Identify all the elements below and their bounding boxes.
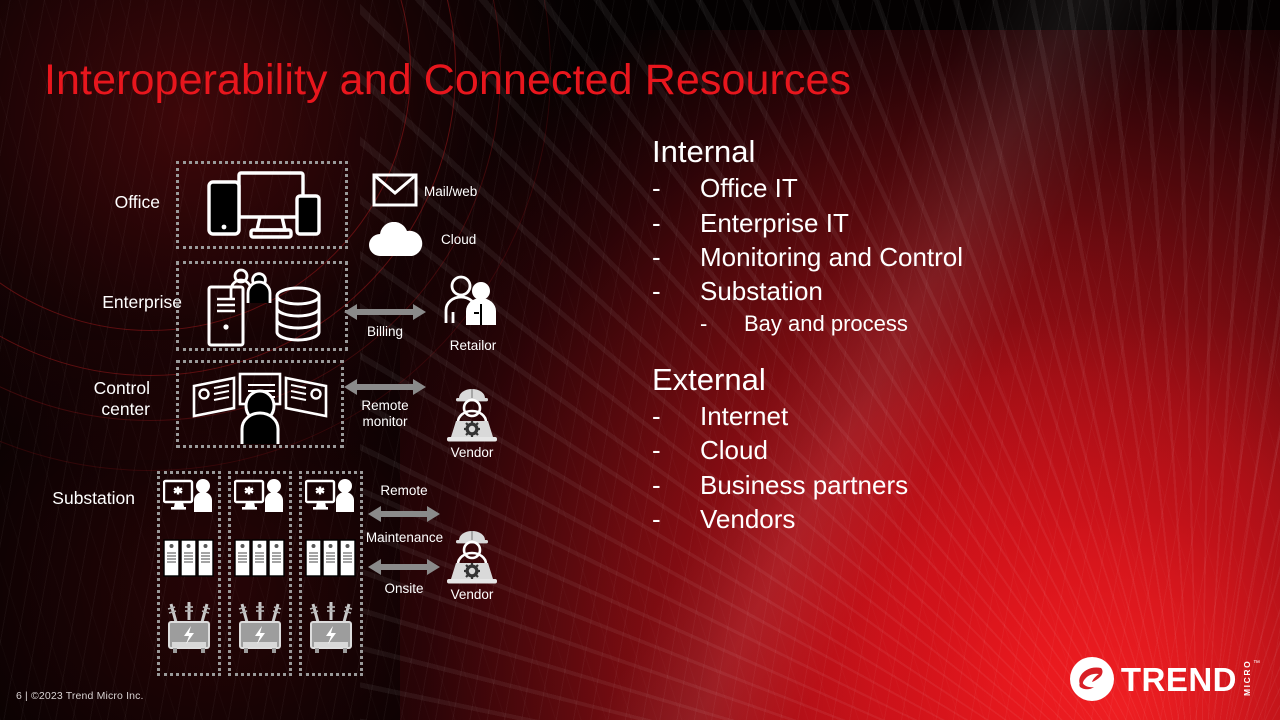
bullet-monitoring-and-control: - Monitoring and Control: [652, 240, 1272, 274]
vendor-engineer-laptop-icon: [444, 383, 500, 443]
double-arrow-remote: [368, 505, 440, 528]
trend-micro-mark-icon: [1069, 657, 1114, 701]
server-rack-icon: [163, 539, 215, 577]
zone-label-control-center-line2: center: [101, 399, 150, 419]
bullet-dash: -: [652, 435, 661, 466]
bullet-text: Internet: [700, 400, 789, 431]
bullet-bay-and-process: - Bay and process: [652, 309, 1272, 338]
zone-label-enterprise: Enterprise: [102, 292, 182, 312]
bullet-dash: -: [652, 503, 661, 534]
connection-label-remote-monitor: Remote monitor: [332, 398, 438, 430]
connection-label-remote-monitor-line2: monitor: [362, 413, 408, 429]
database-icon: [272, 285, 324, 343]
monitor-tablet-phone-icon: [197, 170, 329, 242]
architecture-diagram: Office Enterprise Control center Substat…: [0, 140, 560, 700]
bullet-text: Cloud: [700, 435, 768, 466]
server-rack-icon: [305, 539, 357, 577]
external-label-cloud: Cloud: [441, 232, 477, 247]
bullet-substation: - Substation: [652, 274, 1272, 308]
zone-label-control-center: Control center: [0, 378, 150, 420]
cloud-icon: [366, 222, 426, 258]
connection-label-billing: Billing: [366, 324, 404, 339]
bullet-text: Monitoring and Control: [700, 241, 964, 272]
bullet-text: Enterprise IT: [700, 207, 849, 238]
three-screens-operator-icon: [190, 368, 330, 444]
footer-copyright: 6 | ©2023 Trend Micro Inc.: [16, 690, 144, 702]
bullet-business-partners: - Business partners: [652, 468, 1272, 502]
zone-label-office: Office: [114, 192, 160, 212]
server-rack-icon: [234, 539, 286, 577]
bullet-dash: -: [652, 276, 661, 307]
connection-label-remote: Remote: [380, 483, 428, 498]
bullet-office-it: - Office IT: [652, 171, 1272, 205]
connection-label-maintenance: Maintenance: [365, 530, 444, 545]
transformer-icon: [236, 600, 284, 656]
slide-title: Interoperability and Connected Resources: [44, 56, 852, 104]
bullet-text: Vendors: [700, 503, 796, 534]
bullet-dash: -: [652, 207, 661, 238]
bullet-cloud: - Cloud: [652, 433, 1272, 467]
bullet-dash: -: [652, 173, 661, 204]
content-bullets: Internal - Office IT - Enterprise IT - M…: [652, 134, 1272, 536]
double-arrow-billing: [344, 303, 426, 326]
bullet-internet: - Internet: [652, 399, 1272, 433]
zone-label-substation: Substation: [52, 488, 135, 508]
heading-external: External: [652, 361, 766, 397]
bullet-dash: -: [652, 400, 661, 431]
logo-subtext: MICRO: [1242, 659, 1252, 696]
transformer-icon: [307, 600, 355, 656]
hmi-operator-icon: [163, 478, 215, 512]
connection-label-onsite: Onsite: [384, 581, 424, 596]
trend-micro-logo: TREND MICRO ™: [1069, 656, 1260, 702]
external-label-mail-web: Mail/web: [424, 184, 478, 199]
bullet-dash: -: [652, 241, 661, 272]
bullet-text: Substation: [700, 276, 823, 307]
bullet-text: Office IT: [700, 173, 798, 204]
bullet-dash: -: [652, 469, 661, 500]
hmi-operator-icon: [234, 478, 286, 512]
external-label-vendor-control: Vendor: [450, 445, 494, 460]
bullet-dash: -: [700, 310, 708, 336]
transformer-icon: [165, 600, 213, 656]
double-arrow-onsite: [368, 558, 440, 581]
bullet-vendors: - Vendors: [652, 502, 1272, 536]
bullet-text: Bay and process: [744, 310, 908, 336]
zone-label-control-center-line1: Control: [93, 378, 150, 398]
hmi-operator-icon: [305, 478, 357, 512]
bullet-text: Business partners: [700, 469, 909, 500]
logo-trademark: ™: [1253, 660, 1260, 667]
people-pair-icon: [228, 268, 274, 304]
two-people-icon: [443, 275, 501, 325]
heading-internal: Internal: [652, 134, 756, 169]
envelope-icon: [372, 173, 418, 207]
bullet-enterprise-it: - Enterprise IT: [652, 206, 1272, 240]
slide: Interoperability and Connected Resources…: [0, 0, 1280, 720]
connection-label-remote-monitor-line1: Remote: [361, 398, 409, 413]
external-label-retailor: Retailor: [449, 338, 497, 353]
logo-wordmark: TREND: [1120, 660, 1237, 698]
